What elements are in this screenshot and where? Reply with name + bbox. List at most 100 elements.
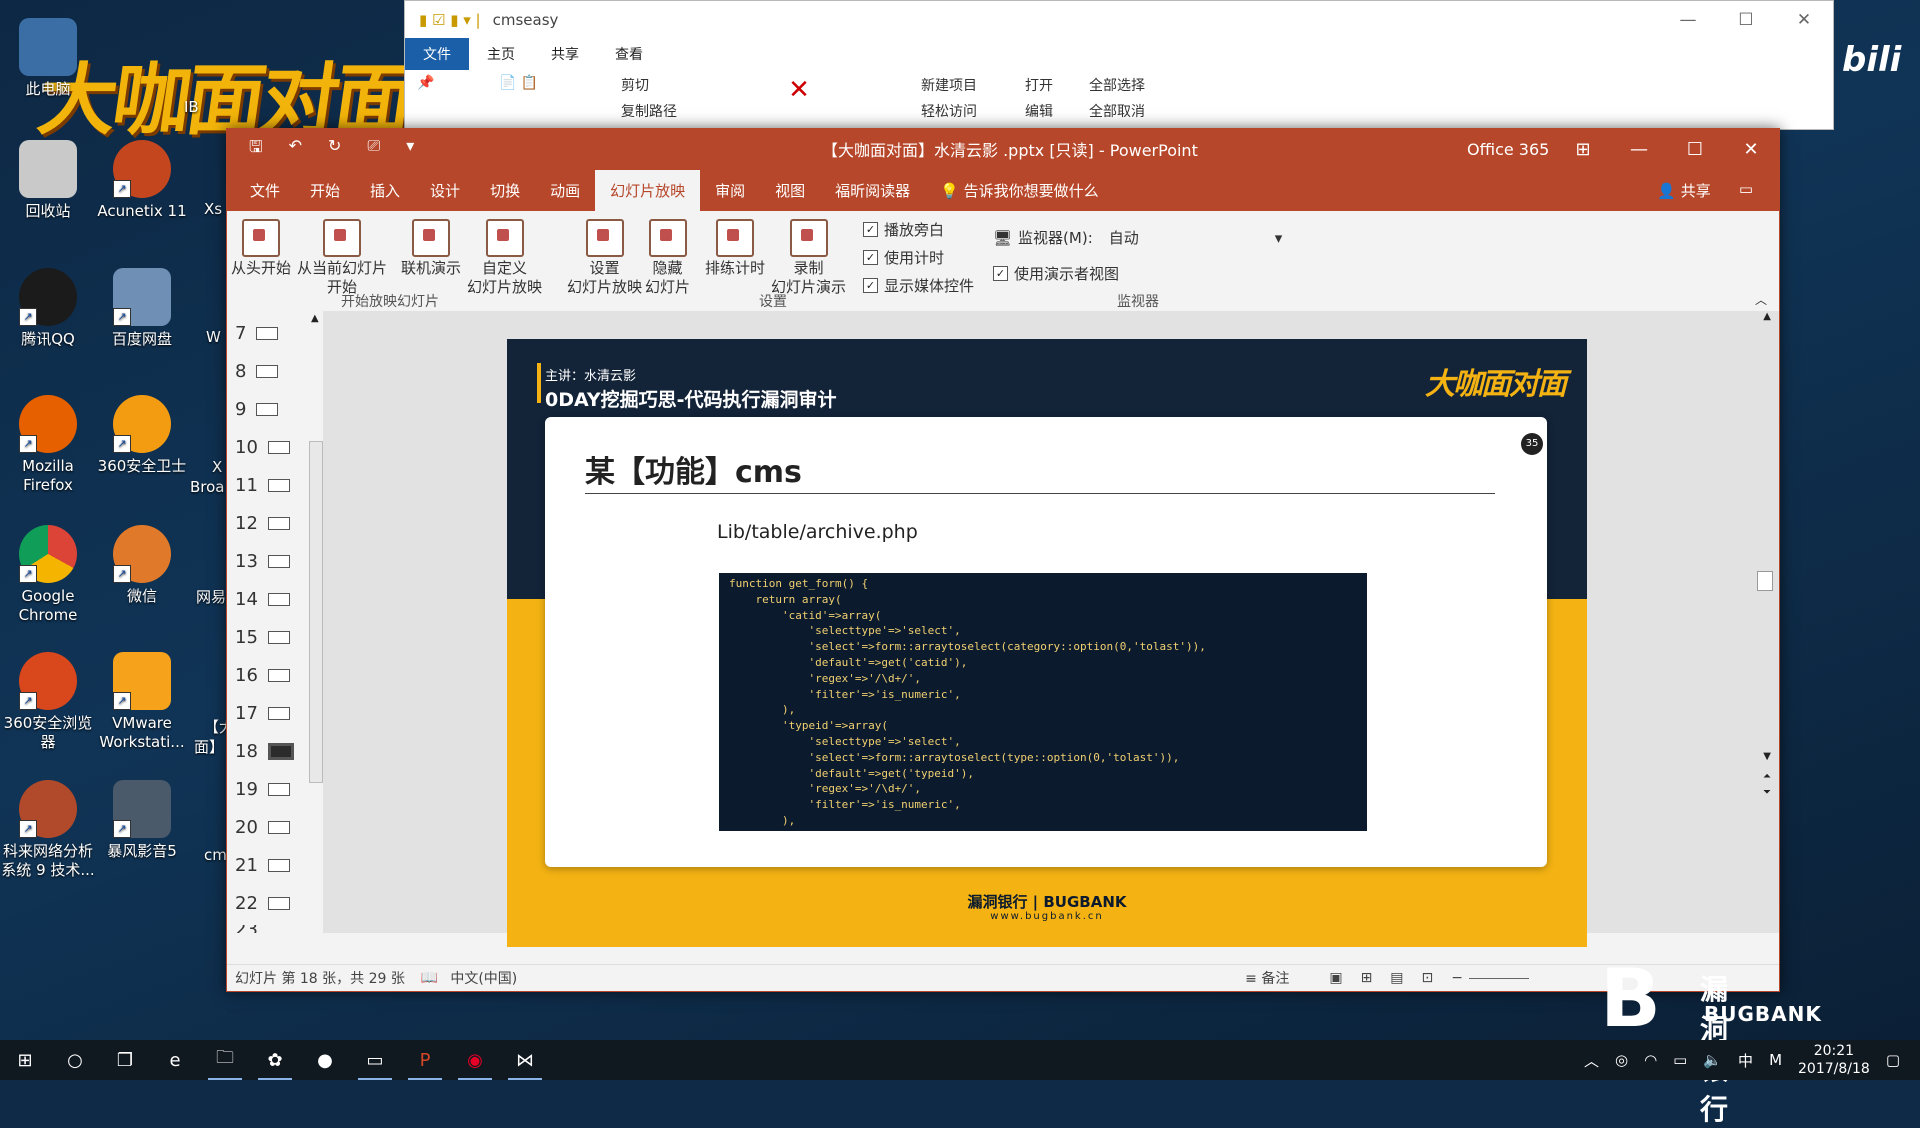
thumbnail-item[interactable]: 14	[235, 589, 305, 610]
use-timings-checkbox[interactable]: ✓ 使用计时	[863, 247, 944, 268]
thumbnail-item[interactable]: 19	[235, 779, 305, 800]
minimize-icon[interactable]: —	[1611, 139, 1667, 160]
powerpoint-taskbar-icon[interactable]: P	[400, 1040, 450, 1080]
tab-foxit[interactable]: 福昕阅读器	[820, 180, 925, 211]
tell-me-box[interactable]: 💡 告诉我你想要做什么	[925, 180, 1113, 211]
from-current-button[interactable]: 从当前幻灯片 开始	[297, 219, 387, 297]
tab-view[interactable]: 视图	[760, 180, 820, 211]
hide-slide-button[interactable]: 隐藏 幻灯片	[645, 219, 690, 297]
desktop-icon-360-browser[interactable]: ↗ 360安全浏览器	[0, 652, 96, 752]
slide-thumbnail-pane[interactable]: ▲ 7 8 9 10 11 12 13 14 15 16 17 18 19 20…	[227, 311, 324, 933]
zoom-out-icon[interactable]: −	[1451, 970, 1463, 986]
clock[interactable]: 20:21 2017/8/18	[1798, 1042, 1870, 1078]
open-button[interactable]: 打开	[1025, 75, 1053, 95]
redo-icon[interactable]: ↻	[328, 136, 341, 163]
desktop-icon-recycle-bin[interactable]: 回收站	[0, 140, 96, 221]
close-icon[interactable]: ✕	[1775, 10, 1833, 30]
tab-insert[interactable]: 插入	[355, 180, 415, 211]
customize-qat-icon[interactable]: ▾	[406, 136, 414, 163]
easy-access-button[interactable]: 轻松访问	[921, 101, 977, 121]
desktop-icon-qq[interactable]: ↗ 腾讯QQ	[0, 268, 96, 349]
scroll-up-icon[interactable]: ▲	[1763, 311, 1771, 322]
file-explorer-window[interactable]: ▮ ☑ ▮ ▾ | cmseasy — ☐ ✕ 文件 主页 共享 查看 📌 📄 …	[404, 0, 1834, 130]
close-icon[interactable]: ✕	[1723, 139, 1779, 160]
tab-file[interactable]: 文件	[235, 180, 295, 211]
edge-icon[interactable]: e	[150, 1040, 200, 1080]
tab-review[interactable]: 审阅	[700, 180, 760, 211]
tab-animations[interactable]: 动画	[535, 180, 595, 211]
firefox-taskbar-icon[interactable]: ●	[300, 1040, 350, 1080]
netease-music-icon[interactable]: ◉	[450, 1040, 500, 1080]
record-slideshow-button[interactable]: 录制 幻灯片演示	[771, 219, 846, 297]
thumbnail-item[interactable]: 22	[235, 893, 305, 914]
search-icon[interactable]: ○	[50, 1040, 100, 1080]
maximize-icon[interactable]: ☐	[1717, 10, 1775, 30]
file-explorer-icon[interactable]: 🗀	[200, 1040, 250, 1080]
scroll-down-icon[interactable]: ▼	[1763, 751, 1771, 762]
windows-start-icon[interactable]: ⊞	[0, 1040, 50, 1080]
normal-view-icon[interactable]: ▣	[1329, 970, 1342, 986]
scroll-up-icon[interactable]: ▲	[311, 313, 319, 324]
copy-paste-icons[interactable]: 📄 📋	[499, 75, 599, 91]
chevron-up-icon[interactable]: ︿	[1584, 1050, 1599, 1071]
from-beginning-button[interactable]: 从头开始	[231, 219, 291, 278]
desktop-icon-this-pc[interactable]: 此电脑	[0, 18, 96, 99]
thumbnail-item[interactable]: 13	[235, 551, 305, 572]
rehearse-timings-button[interactable]: 排练计时	[705, 219, 765, 278]
thumbnail-item[interactable]: 7	[235, 323, 305, 344]
maximize-icon[interactable]: ☐	[1667, 139, 1723, 160]
account-label[interactable]: Office 365	[1467, 140, 1549, 159]
slideshow-view-icon[interactable]: ⊡	[1422, 970, 1434, 986]
cut-button[interactable]: 剪切	[621, 75, 677, 95]
thumbnail-item[interactable]: 16	[235, 665, 305, 686]
undo-icon[interactable]: ↶	[289, 136, 302, 163]
collapse-ribbon-icon[interactable]: ︿	[1755, 291, 1767, 308]
thumbnail-item[interactable]: 10	[235, 437, 305, 458]
play-narration-checkbox[interactable]: ✓ 播放旁白	[863, 219, 944, 240]
tab-home[interactable]: 主页	[469, 38, 533, 70]
slide-sorter-icon[interactable]: ⊞	[1361, 970, 1373, 986]
app-icon[interactable]: ✿	[250, 1040, 300, 1080]
tab-transitions[interactable]: 切换	[475, 180, 535, 211]
previous-slide-icon[interactable]: ⏶	[1763, 771, 1771, 782]
desktop-icon-chrome[interactable]: ↗ Google Chrome	[0, 525, 96, 625]
edit-button[interactable]: 编辑	[1025, 101, 1053, 121]
pin-icon[interactable]: 📌	[417, 75, 477, 91]
thumbnail-item[interactable]: 12	[235, 513, 305, 534]
thumbnail-item-selected[interactable]: 18	[235, 741, 305, 762]
current-slide[interactable]: 主讲：水清云影 0DAY挖掘巧思-代码执行漏洞审计 大咖面对面 某【功能】cms…	[507, 339, 1587, 947]
explorer-titlebar[interactable]: ▮ ☑ ▮ ▾ | cmseasy — ☐ ✕	[405, 1, 1833, 39]
monitor-select[interactable]: 🖥 监视器(M): 自动 ▾	[993, 227, 1282, 248]
desktop-icon-360-safe[interactable]: ↗ 360安全卫士	[94, 395, 190, 476]
tray-app-icon[interactable]: ◎	[1615, 1051, 1628, 1069]
thumbnail-item[interactable]: 11	[235, 475, 305, 496]
vs-icon[interactable]: ⋈	[500, 1040, 550, 1080]
online-present-button[interactable]: 联机演示	[401, 219, 461, 278]
ppt-titlebar[interactable]: 🖫 ↶ ↻ ⎚ ▾ 【大咖面对面】水清云影 .pptx [只读] - Power…	[227, 129, 1779, 169]
battery-icon[interactable]: ▭	[1673, 1051, 1687, 1069]
powerpoint-window[interactable]: 🖫 ↶ ↻ ⎚ ▾ 【大咖面对面】水清云影 .pptx [只读] - Power…	[226, 128, 1780, 992]
tab-share[interactable]: 共享	[533, 38, 597, 70]
tab-slideshow[interactable]: 幻灯片放映	[595, 170, 701, 211]
ime-mode-indicator[interactable]: M	[1769, 1051, 1782, 1069]
vertical-scroll-thumb[interactable]	[1757, 571, 1773, 591]
tab-view[interactable]: 查看	[597, 38, 661, 70]
ribbon-display-icon[interactable]: ⊞	[1555, 139, 1611, 160]
spellcheck-icon[interactable]: 📖	[421, 970, 438, 986]
copy-path-button[interactable]: 复制路径	[621, 101, 677, 121]
desktop-icon-baofeng[interactable]: ↗ 暴风影音5	[94, 780, 190, 861]
notes-button[interactable]: ≡ 备注	[1245, 968, 1289, 988]
thumbnail-item[interactable]: 23	[235, 925, 305, 933]
notification-icon[interactable]: ▢	[1886, 1051, 1900, 1069]
share-button[interactable]: 👤 共享	[1657, 180, 1710, 201]
tab-home[interactable]: 开始	[295, 180, 355, 211]
show-media-controls-checkbox[interactable]: ✓ 显示媒体控件	[863, 275, 974, 296]
desktop-icon-vmware[interactable]: ↗ VMware Workstati...	[94, 652, 190, 752]
desktop-icon-wechat[interactable]: ↗ 微信	[94, 525, 190, 606]
minimize-icon[interactable]: —	[1659, 10, 1717, 30]
desktop-icon-colasoft[interactable]: ↗ 科来网络分析系统 9 技术...	[0, 780, 96, 880]
tab-design[interactable]: 设计	[415, 180, 475, 211]
desktop-icon-firefox[interactable]: ↗ Mozilla Firefox	[0, 395, 96, 495]
new-item-button[interactable]: 新建项目	[921, 75, 977, 95]
slide-editing-area[interactable]: 主讲：水清云影 0DAY挖掘巧思-代码执行漏洞审计 大咖面对面 某【功能】cms…	[323, 311, 1779, 947]
